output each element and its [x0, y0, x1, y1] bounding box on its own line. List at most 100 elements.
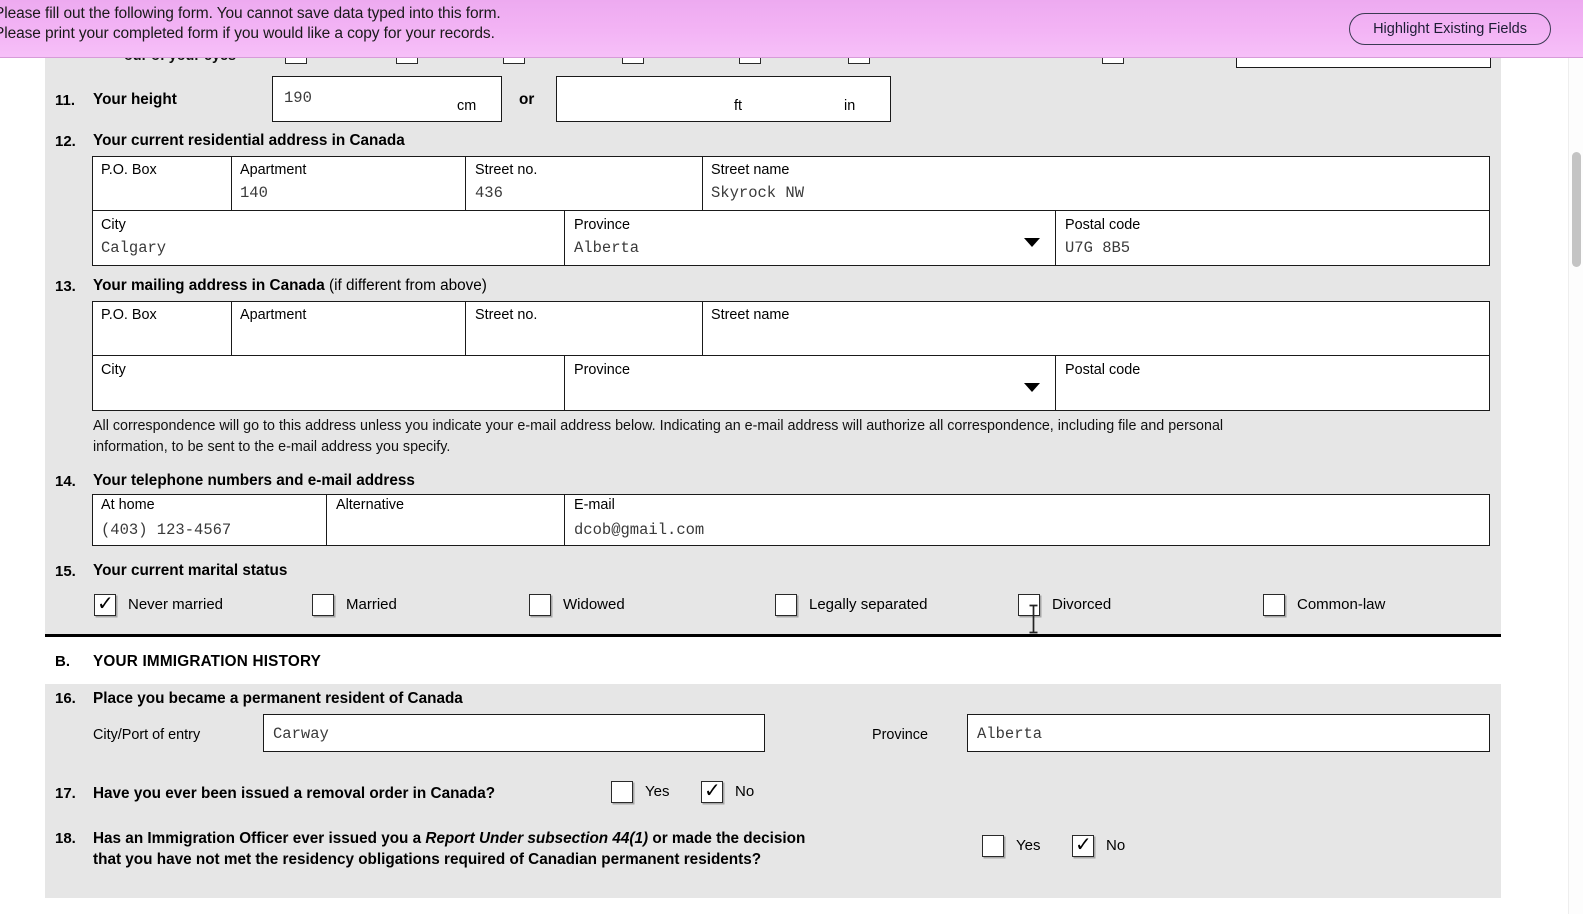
pdf-notification-bar: Please fill out the following form. You … [0, 0, 1583, 58]
q15-label-married: Married [346, 596, 397, 613]
q18-label-no: No [1106, 837, 1125, 854]
q16-number: 16. [55, 690, 76, 707]
q17-checkbox-yes[interactable] [611, 781, 633, 803]
q12-po-box-label: P.O. Box [101, 162, 157, 178]
q11-ft-in-field[interactable] [556, 76, 891, 122]
q13-city-label: City [101, 362, 126, 378]
q13-correspondence-note-line1: All correspondence will go to this addre… [93, 416, 1493, 436]
q18-question-italic: Report Under subsection 44(1) [425, 830, 648, 847]
q16-city-value: Carway [273, 725, 329, 743]
q13-postal-code-label: Postal code [1065, 362, 1140, 378]
q15-checkbox-divorced[interactable] [1018, 594, 1040, 616]
q15-label-legally-separated: Legally separated [809, 596, 927, 613]
q14-at-home-label: At home [101, 497, 155, 513]
q13-city-field[interactable] [92, 355, 565, 411]
q18-number: 18. [55, 830, 76, 847]
q12-number: 12. [55, 133, 76, 150]
q18-question-part1: Has an Immigration Officer ever issued y… [93, 830, 425, 847]
q16-province-label: Province [872, 727, 928, 743]
q16-province-field[interactable] [967, 714, 1490, 752]
q18-label-yes: Yes [1016, 837, 1040, 854]
q12-street-no-label: Street no. [475, 162, 537, 178]
q12-street-no-value: 436 [475, 184, 503, 202]
q12-city-field[interactable] [92, 210, 565, 266]
q15-checkbox-married[interactable] [312, 594, 334, 616]
q13-street-name-label: Street name [711, 307, 789, 323]
q13-province-select[interactable] [564, 355, 1056, 411]
q13-title: Your mailing address in Canada (if diffe… [93, 277, 487, 295]
q11-in-unit: in [844, 98, 855, 114]
q11-cm-unit: cm [457, 98, 476, 114]
pdf-document-page: our of your eyes 11. Your height 190 cm … [0, 0, 1568, 914]
q18-checkbox-yes[interactable] [982, 835, 1004, 857]
q12-city-label: City [101, 217, 126, 233]
q15-checkbox-common-law[interactable] [1263, 594, 1285, 616]
q16-city-field[interactable] [263, 714, 765, 752]
q18-question-line1: Has an Immigration Officer ever issued y… [93, 830, 805, 848]
q13-po-box-label: P.O. Box [101, 307, 157, 323]
q18-question-part2: or made the decision [648, 830, 805, 847]
q11-number: 11. [55, 92, 75, 109]
section-b-title: YOUR IMMIGRATION HISTORY [93, 653, 321, 671]
q16-city-label: City/Port of entry [93, 727, 200, 743]
q12-postal-code-value: U7G 8B5 [1065, 239, 1130, 257]
chevron-down-icon[interactable] [1024, 383, 1040, 392]
q11-title: Your height [93, 91, 177, 109]
notification-line-2: Please print your completed form if you … [0, 24, 1294, 44]
q12-apartment-label: Apartment [240, 162, 306, 178]
q13-title-main: Your mailing address in Canada [93, 277, 325, 294]
section-divider [45, 634, 1501, 637]
q12-province-select[interactable] [564, 210, 1056, 266]
q13-apartment-label: Apartment [240, 307, 306, 323]
q12-province-label: Province [574, 217, 630, 233]
q16-province-value: Alberta [977, 725, 1042, 743]
q12-apartment-value: 140 [240, 184, 268, 202]
q15-label-never-married: Never married [128, 596, 223, 613]
q15-checkbox-legally-separated[interactable] [775, 594, 797, 616]
q11-cm-value: 190 [284, 89, 312, 107]
q13-street-name-field[interactable] [702, 301, 1490, 356]
q12-title: Your current residential address in Cana… [93, 132, 405, 150]
q17-question: Have you ever been issued a removal orde… [93, 785, 495, 803]
q13-title-suffix: (if different from above) [329, 277, 487, 294]
q17-checkbox-no[interactable] [701, 781, 723, 803]
q13-number: 13. [55, 278, 76, 295]
q13-correspondence-note-line2: information, to be sent to the e-mail ad… [93, 437, 1493, 457]
q15-checkbox-never-married[interactable] [94, 594, 116, 616]
q12-postal-code-label: Postal code [1065, 217, 1140, 233]
q18-question-line2: that you have not met the residency obli… [93, 851, 761, 869]
q12-province-value: Alberta [574, 239, 639, 257]
q15-checkbox-widowed[interactable] [529, 594, 551, 616]
notification-message: Please fill out the following form. You … [0, 4, 1294, 44]
q16-title: Place you became a permanent resident of… [93, 690, 463, 708]
q13-street-no-label: Street no. [475, 307, 537, 323]
section-b-letter: B. [55, 653, 70, 670]
q12-city-value: Calgary [101, 239, 166, 257]
q17-label-no: No [735, 783, 754, 800]
q14-alternative-label: Alternative [336, 497, 404, 513]
q14-at-home-value: (403) 123-4567 [101, 521, 231, 539]
q11-or-label: or [519, 91, 534, 109]
q18-checkbox-no[interactable] [1072, 835, 1094, 857]
q12-street-name-label: Street name [711, 162, 789, 178]
q15-title: Your current marital status [93, 562, 287, 580]
q15-label-common-law: Common-law [1297, 596, 1385, 613]
q11-ft-unit: ft [734, 98, 742, 114]
q15-label-divorced: Divorced [1052, 596, 1111, 613]
q13-province-label: Province [574, 362, 630, 378]
q15-label-widowed: Widowed [563, 596, 625, 613]
notification-line-1: Please fill out the following form. You … [0, 4, 1294, 24]
vertical-scrollbar-thumb[interactable] [1572, 152, 1581, 267]
q15-number: 15. [55, 563, 76, 580]
q14-email-label: E-mail [574, 497, 615, 513]
q12-street-name-field[interactable] [702, 156, 1490, 211]
chevron-down-icon[interactable] [1024, 238, 1040, 247]
vertical-scrollbar[interactable] [1568, 57, 1583, 914]
q14-title: Your telephone numbers and e-mail addres… [93, 472, 415, 490]
highlight-existing-fields-button[interactable]: Highlight Existing Fields [1349, 13, 1551, 45]
q17-label-yes: Yes [645, 783, 669, 800]
q12-street-name-value: Skyrock NW [711, 184, 804, 202]
q14-email-value: dcob@gmail.com [574, 521, 704, 539]
q14-number: 14. [55, 473, 76, 490]
q17-number: 17. [55, 785, 76, 802]
